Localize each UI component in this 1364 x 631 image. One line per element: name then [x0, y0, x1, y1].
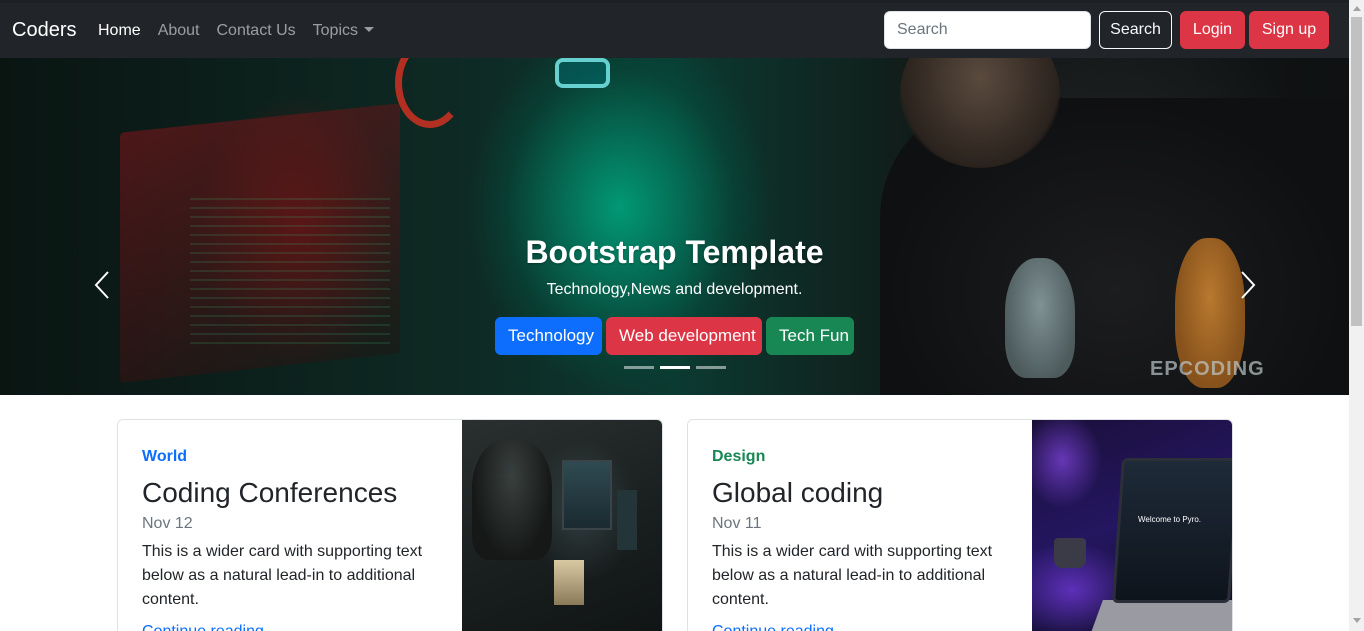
hero-bg-shirt-text: EPCODING — [1150, 358, 1265, 380]
continue-reading-link[interactable]: Continue reading — [142, 620, 264, 631]
nav-link-home[interactable]: Home — [98, 19, 141, 43]
hero-subtitle: Technology,News and development. — [546, 281, 803, 298]
carousel-indicator-3[interactable] — [696, 366, 726, 369]
carousel-indicator-1[interactable] — [624, 366, 654, 369]
card-image-laptop — [1111, 458, 1232, 603]
search-input[interactable] — [884, 11, 1091, 49]
web-development-button[interactable]: Web development — [606, 317, 762, 355]
technology-button[interactable]: Technology — [495, 317, 602, 355]
nav-link-about[interactable]: About — [158, 19, 200, 43]
scroll-down-arrow-icon[interactable] — [1353, 618, 1361, 623]
hero-bg-shirt-logo — [1005, 258, 1075, 378]
carousel-indicator-2[interactable] — [660, 366, 690, 369]
caret-down-icon — [364, 27, 374, 32]
scroll-up-arrow-icon[interactable] — [1353, 6, 1361, 11]
card-image-monitor-2 — [617, 490, 637, 550]
hero-title: Bootstrap Template — [525, 234, 824, 270]
article-card: Design Global coding Nov 11 This is a wi… — [687, 419, 1233, 631]
card-title: Coding Conferences — [142, 477, 398, 508]
signup-button[interactable]: Sign up — [1249, 11, 1329, 49]
carousel-indicators — [624, 366, 726, 369]
hero-bg-code-lines — [190, 198, 390, 348]
card-image-cup — [1054, 538, 1086, 568]
card-category: Design — [712, 448, 766, 465]
scrollbar-thumb[interactable] — [1351, 17, 1362, 326]
tech-fun-button[interactable]: Tech Fun — [766, 317, 854, 355]
nav-dropdown-topics[interactable]: Topics — [313, 19, 374, 43]
card-date: Nov 11 — [712, 515, 762, 532]
continue-reading-link[interactable]: Continue reading — [712, 620, 834, 631]
article-card: World Coding Conferences Nov 12 This is … — [117, 419, 663, 631]
hero-buttons: Technology Web development Tech Fun — [495, 317, 854, 355]
hero-bg-teal-light — [555, 58, 610, 88]
card-image-person — [472, 440, 552, 560]
card-image-monitor — [562, 460, 612, 530]
navbar: Coders Home About Contact Us Topics Sear… — [0, 3, 1349, 58]
nav-link-topics-label: Topics — [312, 22, 358, 39]
card-category: World — [142, 448, 188, 465]
hero-bg-red-light — [395, 58, 465, 128]
card-body: World Coding Conferences Nov 12 This is … — [142, 446, 442, 631]
search-button[interactable]: Search — [1099, 11, 1172, 49]
page-scrollbar[interactable] — [1349, 0, 1364, 631]
login-button[interactable]: Login — [1180, 11, 1245, 49]
card-image-screen — [554, 560, 584, 605]
nav-link-contact[interactable]: Contact Us — [217, 19, 296, 43]
card-image: Welcome to Pyro. — [1032, 420, 1232, 631]
card-image-keyboard — [1081, 600, 1232, 631]
nav-links: Home About Contact Us Topics — [98, 19, 391, 43]
card-date: Nov 12 — [142, 515, 193, 532]
card-image — [462, 420, 662, 631]
card-text: This is a wider card with supporting tex… — [712, 543, 993, 608]
card-image-laptop-text: Welcome to Pyro. — [1138, 515, 1201, 524]
brand-logo[interactable]: Coders — [12, 17, 76, 43]
card-body: Design Global coding Nov 11 This is a wi… — [712, 446, 1012, 631]
card-title: Global coding — [712, 477, 884, 508]
card-text: This is a wider card with supporting tex… — [142, 543, 423, 608]
